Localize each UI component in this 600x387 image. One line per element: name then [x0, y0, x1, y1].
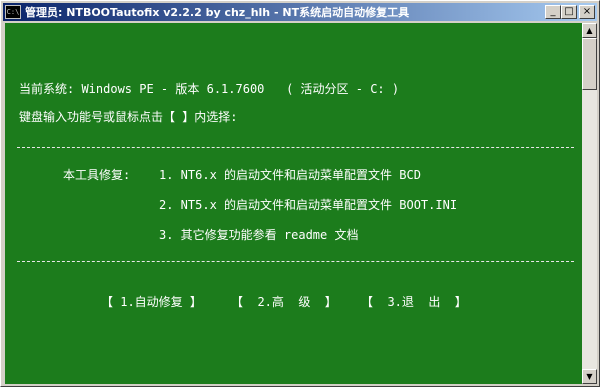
vertical-scrollbar[interactable]: ▲ ▼: [582, 23, 597, 384]
repair-item-other: 3. 其它修复功能参看 readme 文档: [159, 228, 359, 242]
title-bar[interactable]: C:\ 管理员: NTBOOTautofix v2.2.2 by chz_hlh…: [3, 3, 597, 21]
console-area[interactable]: 当前系统: Windows PE - 版本 6.1.7600 ( 活动分区 - …: [5, 23, 582, 384]
close-button[interactable]: ×: [579, 5, 595, 19]
repair-label: 本工具修复:: [63, 168, 131, 182]
console-app-icon[interactable]: C:\: [5, 5, 21, 19]
current-system-line: 当前系统: Windows PE - 版本 6.1.7600 ( 活动分区 - …: [19, 82, 400, 96]
scroll-thumb[interactable]: [582, 38, 597, 90]
window-title: 管理员: NTBOOTautofix v2.2.2 by chz_hlh - N…: [25, 6, 410, 19]
maximize-button[interactable]: □: [561, 5, 577, 19]
divider-top: [17, 147, 574, 148]
scroll-up-button[interactable]: ▲: [582, 23, 597, 38]
repair-item-nt6: 1. NT6.x 的启动文件和启动菜单配置文件 BCD: [159, 168, 421, 182]
scroll-down-button[interactable]: ▼: [582, 369, 597, 384]
minimize-button[interactable]: _: [545, 5, 561, 19]
divider-bottom: [17, 261, 574, 262]
console-window: C:\ 管理员: NTBOOTautofix v2.2.2 by chz_hlh…: [0, 0, 600, 387]
repair-item-nt5: 2. NT5.x 的启动文件和启动菜单配置文件 BOOT.INI: [159, 198, 458, 212]
advanced-button[interactable]: 【 2.高 级 】: [231, 294, 337, 310]
window-controls: _ □ ×: [545, 5, 595, 19]
selection-prompt-line: 键盘输入功能号或鼠标点击【 】内选择:: [19, 110, 238, 124]
auto-repair-button[interactable]: 【 1.自动修复 】: [101, 294, 202, 310]
exit-button[interactable]: 【 3.退 出 】: [361, 294, 467, 310]
